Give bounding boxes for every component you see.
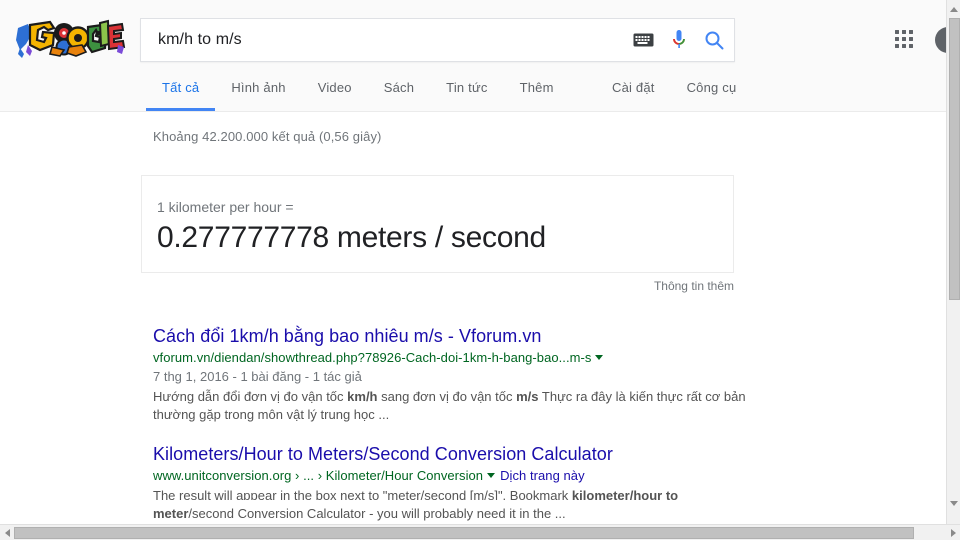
search-tabs-left: Tất cả Hình ảnh Video Sách Tin tức Thêm [146, 74, 570, 111]
search-box[interactable] [140, 18, 735, 62]
apps-grid-icon[interactable] [895, 30, 913, 48]
result-snippet: Hướng dẫn đổi đơn vị đo vận tốc km/h san… [153, 389, 746, 422]
search-tabs-right: Cài đặt Công cụ [596, 74, 752, 108]
result-date: 7 thg 1, 2016 - 1 bài đăng - 1 tác giả [153, 369, 362, 384]
scroll-up-arrow[interactable] [947, 2, 960, 16]
result-url: vforum.vn/diendan/showthread.php?78926-C… [153, 349, 753, 367]
scroll-left-arrow[interactable] [0, 525, 14, 540]
search-tabs: Tất cả Hình ảnh Video Sách Tin tức Thêm … [0, 74, 946, 112]
tab-images[interactable]: Hình ảnh [215, 74, 301, 111]
vertical-scroll-thumb[interactable] [949, 18, 960, 300]
google-doodle-logo[interactable] [14, 14, 126, 62]
search-result-item: Kilometers/Hour to Meters/Second Convers… [153, 443, 753, 523]
translate-page-link[interactable]: Dịch trang này [500, 468, 585, 483]
result-url-text: vforum.vn/diendan/showthread.php?78926-C… [153, 350, 592, 365]
search-input[interactable] [156, 19, 626, 61]
conversion-source-label: 1 kilometer per hour = [157, 199, 294, 215]
scroll-right-arrow[interactable] [946, 525, 960, 540]
horizontal-scroll-thumb[interactable] [14, 527, 914, 539]
search-result-item: Cách đổi 1km/h bằng bao nhiêu m/s - Vfor… [153, 325, 753, 424]
chevron-down-icon[interactable] [487, 473, 496, 478]
browser-viewport: Tất cả Hình ảnh Video Sách Tin tức Thêm … [0, 0, 960, 540]
keyboard-icon[interactable] [633, 33, 654, 47]
horizontal-scrollbar[interactable] [0, 524, 960, 540]
settings-link[interactable]: Cài đặt [596, 74, 671, 108]
tab-video[interactable]: Video [302, 74, 368, 111]
result-url: www.unitconversion.org › ... › Kilometer… [153, 467, 753, 485]
result-url-text: www.unitconversion.org › ... › Kilometer… [153, 468, 484, 483]
tab-news[interactable]: Tin tức [430, 74, 503, 111]
microphone-icon[interactable] [671, 29, 687, 51]
tools-link[interactable]: Công cụ [671, 74, 753, 108]
conversion-result-value: 0.277777778 meters / second [157, 221, 546, 254]
result-title-link[interactable]: Kilometers/Hour to Meters/Second Convers… [153, 443, 753, 465]
scroll-down-arrow[interactable] [947, 496, 960, 510]
result-title-link[interactable]: Cách đổi 1km/h bằng bao nhiêu m/s - Vfor… [153, 325, 753, 347]
search-header: Tất cả Hình ảnh Video Sách Tin tức Thêm … [0, 0, 960, 112]
unit-conversion-card: 1 kilometer per hour = 0.277777778 meter… [141, 175, 734, 273]
tab-more[interactable]: Thêm [504, 74, 570, 111]
tab-books[interactable]: Sách [368, 74, 430, 111]
viewport-clip-mask [0, 500, 946, 506]
more-info-link[interactable]: Thông tin thêm [141, 279, 734, 293]
search-icon[interactable] [704, 30, 724, 50]
result-stats: Khoảng 42.200.000 kết quả (0,56 giây) [153, 129, 382, 144]
vertical-scrollbar[interactable] [946, 0, 960, 540]
search-box-actions [633, 19, 724, 61]
chevron-down-icon[interactable] [595, 355, 604, 360]
more-info-label: Thông tin thêm [653, 279, 734, 293]
tab-all[interactable]: Tất cả [146, 74, 216, 111]
search-results-area: Khoảng 42.200.000 kết quả (0,56 giây) 1 … [0, 113, 946, 523]
